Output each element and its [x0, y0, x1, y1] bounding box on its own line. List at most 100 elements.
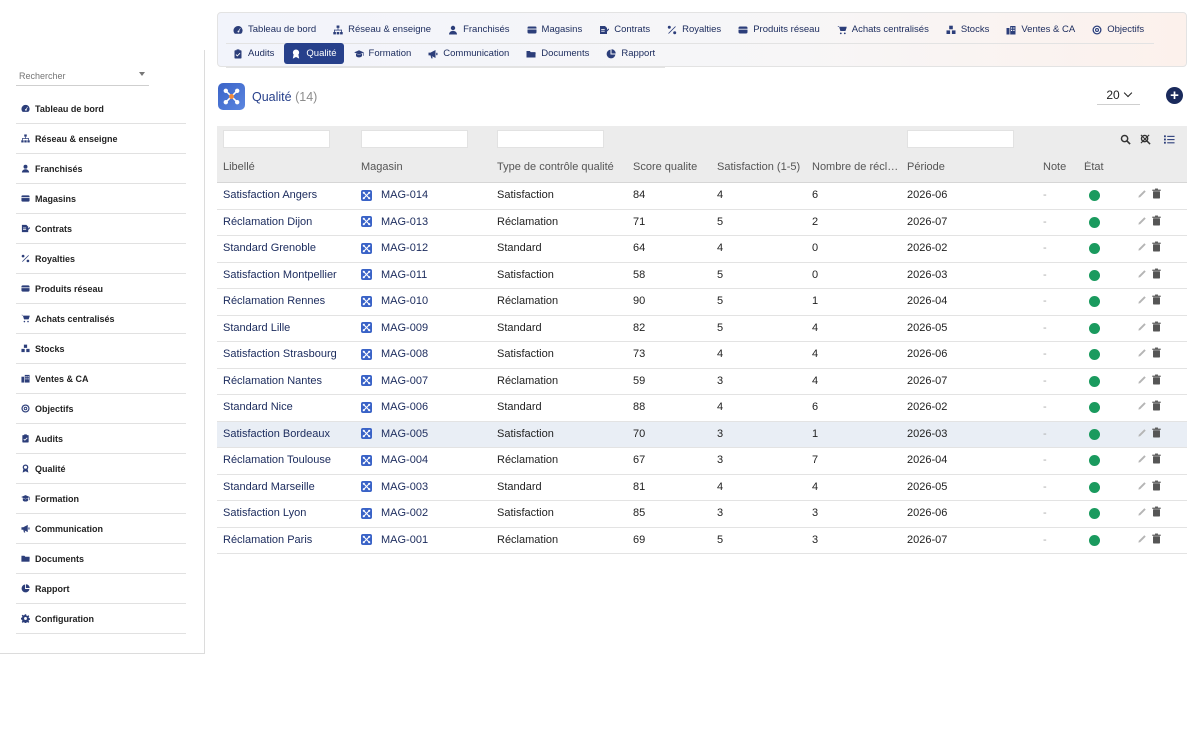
per-page-select[interactable]: 20 — [1097, 85, 1140, 105]
table-row[interactable]: Satisfaction Montpellier MAG-011 Satisfact… — [217, 263, 1187, 289]
filter-libelle-input[interactable] — [223, 130, 330, 148]
cell-libelle[interactable]: Réclamation Toulouse — [223, 454, 331, 466]
filter-type-input[interactable] — [497, 130, 604, 148]
sidebar-item-objectifs[interactable]: Objectifs — [16, 394, 186, 424]
tab-documents[interactable]: Documents — [519, 43, 596, 64]
col-score[interactable]: Score qualite — [633, 161, 697, 173]
table-row[interactable]: Réclamation Rennes MAG-010 Réclamation 90 5 1… — [217, 289, 1187, 316]
sidebar-item-configuration[interactable]: Configuration — [16, 604, 186, 634]
edit-icon[interactable] — [1137, 427, 1148, 441]
delete-icon[interactable] — [1151, 321, 1162, 335]
delete-icon[interactable] — [1151, 294, 1162, 308]
search-input[interactable] — [16, 66, 149, 86]
edit-icon[interactable] — [1137, 268, 1148, 282]
edit-icon[interactable] — [1137, 506, 1148, 520]
sidebar-item-stocks[interactable]: Stocks — [16, 334, 186, 364]
edit-icon[interactable] — [1137, 347, 1148, 361]
cell-magasin[interactable]: MAG-007 — [361, 375, 428, 387]
delete-icon[interactable] — [1151, 215, 1162, 229]
sidebar-item-communication[interactable]: Communication — [16, 514, 186, 544]
sidebar-item-produits-reseau[interactable]: Produits réseau — [16, 274, 186, 304]
cell-libelle[interactable]: Standard Nice — [223, 401, 293, 413]
cell-magasin[interactable]: MAG-006 — [361, 401, 428, 413]
col-libelle[interactable]: Libellé — [223, 161, 255, 173]
cell-magasin[interactable]: MAG-004 — [361, 454, 428, 466]
col-magasin[interactable]: Magasin — [361, 161, 403, 173]
table-row[interactable]: Réclamation Dijon MAG-013 Réclamation 71 5 2 2… — [217, 210, 1187, 236]
sidebar-item-rapport[interactable]: Rapport — [16, 574, 186, 604]
delete-icon[interactable] — [1151, 347, 1162, 361]
delete-icon[interactable] — [1151, 374, 1162, 388]
cell-libelle[interactable]: Satisfaction Angers — [223, 189, 317, 201]
table-row[interactable]: Standard Marseille MAG-003 Standard 81 4 4 202… — [217, 475, 1187, 501]
edit-icon[interactable] — [1137, 188, 1148, 202]
tab-formation[interactable]: Formation — [347, 43, 419, 64]
sidebar-search[interactable] — [16, 66, 149, 86]
clear-filter-icon[interactable] — [1140, 132, 1152, 145]
cell-libelle[interactable]: Satisfaction Montpellier — [223, 269, 337, 281]
cell-libelle[interactable]: Standard Marseille — [223, 481, 315, 493]
cell-magasin[interactable]: MAG-014 — [361, 189, 428, 201]
sidebar-item-contrats[interactable]: Contrats — [16, 214, 186, 244]
tab-magasins[interactable]: Magasins — [520, 19, 590, 40]
chevron-down-icon[interactable] — [139, 72, 145, 76]
tab-produits-reseau[interactable]: Produits réseau — [731, 19, 827, 40]
sidebar-item-franchises[interactable]: Franchisés — [16, 154, 186, 184]
add-button[interactable]: + — [1166, 87, 1183, 104]
list-view-icon[interactable] — [1164, 132, 1176, 144]
table-row[interactable]: Standard Nice MAG-006 Standard 88 4 6 2026-02 - — [217, 395, 1187, 422]
col-etat[interactable]: État — [1084, 161, 1104, 173]
delete-icon[interactable] — [1151, 188, 1162, 202]
cell-magasin[interactable]: MAG-011 — [361, 269, 427, 281]
cell-magasin[interactable]: MAG-001 — [361, 534, 428, 546]
tab-reseau-enseigne[interactable]: Réseau & enseigne — [326, 19, 438, 40]
cell-magasin[interactable]: MAG-005 — [361, 428, 428, 440]
edit-icon[interactable] — [1137, 453, 1148, 467]
delete-icon[interactable] — [1151, 241, 1162, 255]
col-note[interactable]: Note — [1043, 161, 1066, 173]
tab-franchises[interactable]: Franchisés — [441, 19, 516, 40]
sidebar-item-ventes-ca[interactable]: Ventes & CA — [16, 364, 186, 394]
delete-icon[interactable] — [1151, 427, 1162, 441]
col-type[interactable]: Type de contrôle qualité — [497, 161, 614, 173]
sidebar-item-qualite[interactable]: Qualité — [16, 454, 186, 484]
cell-libelle[interactable]: Réclamation Rennes — [223, 295, 325, 307]
tab-tableau-de-bord[interactable]: Tableau de bord — [226, 19, 323, 40]
sidebar-item-achats-centralises[interactable]: Achats centralisés — [16, 304, 186, 334]
sidebar-item-documents[interactable]: Documents — [16, 544, 186, 574]
cell-magasin[interactable]: MAG-013 — [361, 216, 428, 228]
delete-icon[interactable] — [1151, 453, 1162, 467]
sidebar-item-reseau-enseigne[interactable]: Réseau & enseigne — [16, 124, 186, 154]
table-row[interactable]: Satisfaction Lyon MAG-002 Satisfaction 85 3 3… — [217, 501, 1187, 528]
table-row[interactable]: Satisfaction Bordeaux MAG-005 Satisfaction… — [217, 421, 1187, 448]
edit-icon[interactable] — [1137, 533, 1148, 547]
tab-achats-centralises[interactable]: Achats centralisés — [830, 19, 936, 40]
table-row[interactable]: Satisfaction Strasbourg MAG-008 Satisfacti… — [217, 342, 1187, 369]
col-reclamations[interactable]: Nombre de récl… — [812, 161, 898, 173]
tab-qualite[interactable]: Qualité — [284, 43, 344, 65]
cell-libelle[interactable]: Réclamation Nantes — [223, 375, 322, 387]
edit-icon[interactable] — [1137, 400, 1148, 414]
cell-libelle[interactable]: Standard Grenoble — [223, 242, 316, 254]
cell-libelle[interactable]: Satisfaction Strasbourg — [223, 348, 337, 360]
table-row[interactable]: Réclamation Nantes MAG-007 Réclamation 59 3 4… — [217, 369, 1187, 395]
cell-libelle[interactable]: Réclamation Dijon — [223, 216, 312, 228]
table-row[interactable]: Satisfaction Angers MAG-014 Satisfaction 84… — [217, 183, 1187, 210]
edit-icon[interactable] — [1137, 321, 1148, 335]
cell-libelle[interactable]: Réclamation Paris — [223, 534, 312, 546]
tab-royalties[interactable]: Royalties — [660, 19, 728, 40]
cell-libelle[interactable]: Satisfaction Bordeaux — [223, 428, 330, 440]
cell-magasin[interactable]: MAG-010 — [361, 295, 428, 307]
filter-periode-input[interactable] — [907, 130, 1014, 148]
delete-icon[interactable] — [1151, 268, 1162, 282]
sidebar-item-formation[interactable]: Formation — [16, 484, 186, 514]
delete-icon[interactable] — [1151, 506, 1162, 520]
search-icon[interactable] — [1120, 132, 1132, 145]
tab-communication[interactable]: Communication — [421, 43, 516, 64]
table-row[interactable]: Standard Grenoble MAG-012 Standard 64 4 0 2026… — [217, 236, 1187, 263]
tab-stocks[interactable]: Stocks — [939, 19, 997, 40]
table-row[interactable]: Réclamation Toulouse MAG-004 Réclamation 67… — [217, 448, 1187, 475]
edit-icon[interactable] — [1137, 215, 1148, 229]
tab-ventes-ca[interactable]: Ventes & CA — [999, 19, 1082, 40]
filter-magasin-input[interactable] — [361, 130, 468, 148]
